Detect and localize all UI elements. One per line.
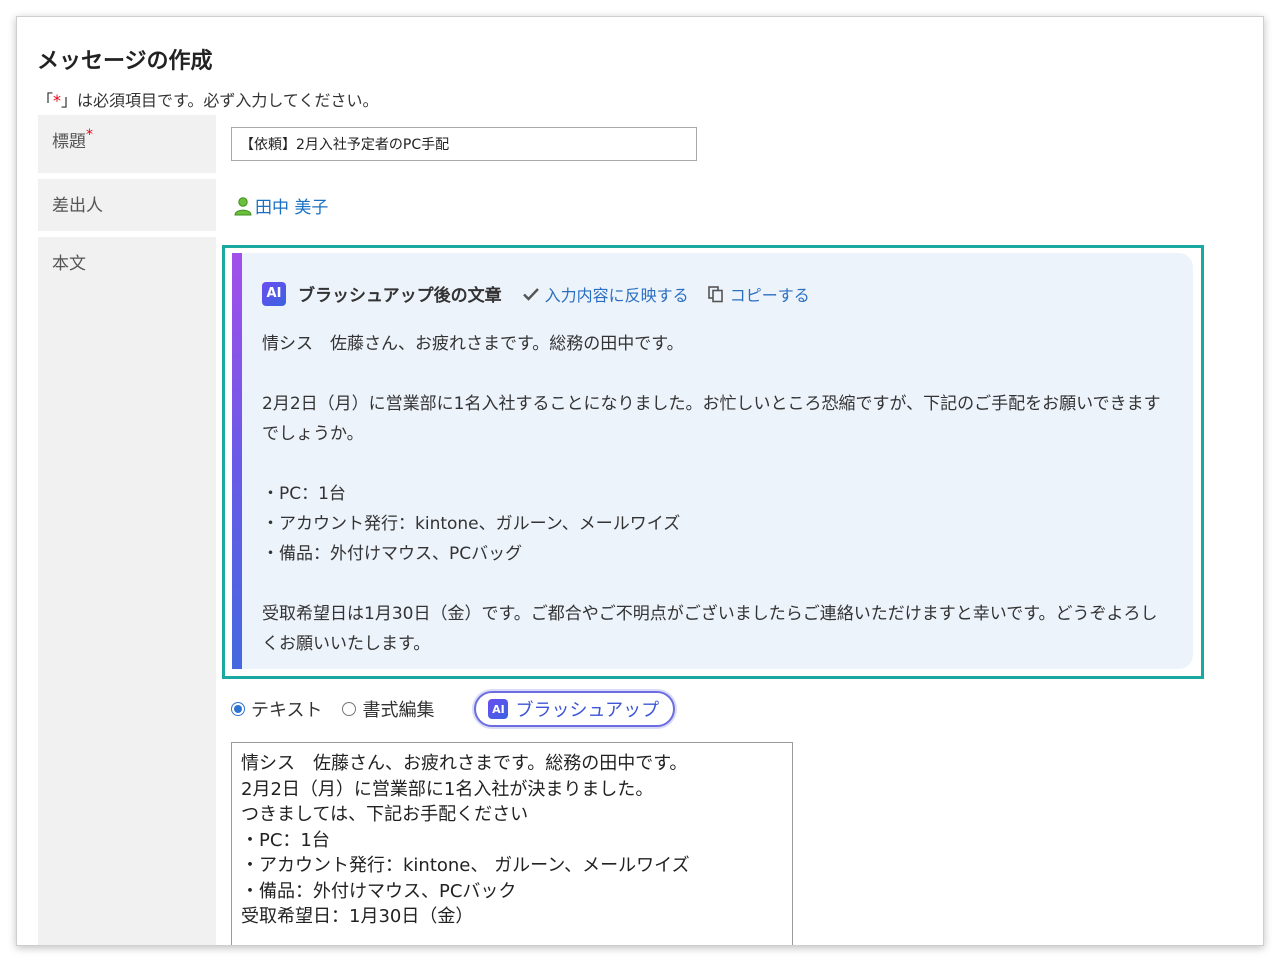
brushup-button[interactable]: AI ブラッシュアップ: [474, 691, 676, 727]
body-line: 情シス 佐藤さん、お疲れさまです。総務の田中です。: [241, 753, 688, 774]
required-notice: 「*」は必須項目です。必ず入力してください。: [37, 87, 378, 111]
ai-panel-header: AI ブラッシュアップ後の文章 入力内容に反映する コピーする: [262, 281, 828, 306]
ai-list-item: ・備品：外付けマウス、PCバッグ: [262, 544, 523, 564]
copy-icon: [707, 285, 723, 302]
body-line: 受取希望日：1月30日（金）: [241, 906, 474, 927]
notice-suffix: 」は必須項目です。必ず入力してください。: [61, 91, 379, 110]
ai-list-item: ・PC：1台: [262, 484, 346, 504]
ai-paragraph: 2月2日（月）に営業部に1名入社することになりました。お忙しいところ恐縮ですが、…: [262, 394, 1161, 444]
ai-result-highlight: AI ブラッシュアップ後の文章 入力内容に反映する コピーする 情シス 佐藤さん…: [222, 245, 1204, 679]
apply-label: 入力内容に反映する: [544, 285, 689, 305]
ai-paragraph: 受取希望日は1月30日（金）です。ご都合やご不明点がございましたらご連絡いただけ…: [262, 604, 1158, 654]
body-line: ・PC：1台: [241, 829, 330, 851]
body-line: つきましては、下記お手配ください: [241, 804, 529, 825]
body-textarea[interactable]: 情シス 佐藤さん、お疲れさまです。総務の田中です。 2月2日（月）に営業部に1名…: [231, 742, 793, 945]
rich-mode-radio[interactable]: [342, 702, 357, 716]
required-mark: *: [86, 127, 93, 143]
sender-label-cell: 差出人: [38, 179, 216, 231]
ai-brushup-panel: AI ブラッシュアップ後の文章 入力内容に反映する コピーする 情シス 佐藤さん…: [232, 253, 1193, 669]
ai-brushup-text: 情シス 佐藤さん、お疲れさまです。総務の田中です。 2月2日（月）に営業部に1名…: [262, 329, 1173, 659]
ai-panel-title: ブラッシュアップ後の文章: [298, 286, 502, 306]
sender-link[interactable]: 田中 美子: [233, 193, 328, 218]
subject-label: 標題: [52, 132, 86, 152]
text-mode-radio[interactable]: [231, 702, 245, 716]
body-line: ・備品：外付けマウス、PCバック: [241, 880, 517, 902]
copy-button[interactable]: コピーする: [707, 282, 810, 306]
body-label: 本文: [52, 254, 86, 274]
notice-prefix: 「: [37, 91, 54, 110]
copy-label: コピーする: [729, 285, 810, 305]
apply-to-input-button[interactable]: 入力内容に反映する: [522, 282, 689, 306]
text-mode-label[interactable]: テキスト: [251, 696, 322, 722]
sender-label: 差出人: [52, 196, 103, 216]
editor-mode-row: テキスト 書式編集 AI ブラッシュアップ: [231, 691, 676, 727]
ai-paragraph: 情シス 佐藤さん、お疲れさまです。総務の田中です。: [262, 334, 684, 354]
sender-name: 田中 美子: [255, 198, 329, 218]
subject-input[interactable]: [231, 127, 697, 161]
body-label-cell: 本文: [38, 237, 216, 945]
notice-asterisk: *: [53, 91, 62, 110]
ai-list-item: ・アカウント発行：kintone、ガルーン、メールワイズ: [262, 514, 681, 534]
ai-accent-bar: [232, 253, 242, 669]
check-icon: [522, 287, 539, 301]
subject-label-cell: 標題*: [38, 115, 216, 173]
rich-mode-label[interactable]: 書式編集: [362, 696, 434, 722]
brushup-label: ブラッシュアップ: [515, 700, 660, 721]
body-line: 2月2日（月）に営業部に1名入社が決まりました。: [241, 778, 654, 800]
ai-icon: AI: [488, 699, 509, 719]
message-compose-window: メッセージの作成 「*」は必須項目です。必ず入力してください。 標題* 差出人 …: [16, 16, 1264, 946]
ai-icon: AI: [262, 281, 286, 306]
body-line: ・アカウント発行：kintone、 ガルーン、メールワイズ: [241, 855, 690, 876]
page-title: メッセージの作成: [37, 49, 213, 74]
user-icon: [233, 196, 253, 216]
